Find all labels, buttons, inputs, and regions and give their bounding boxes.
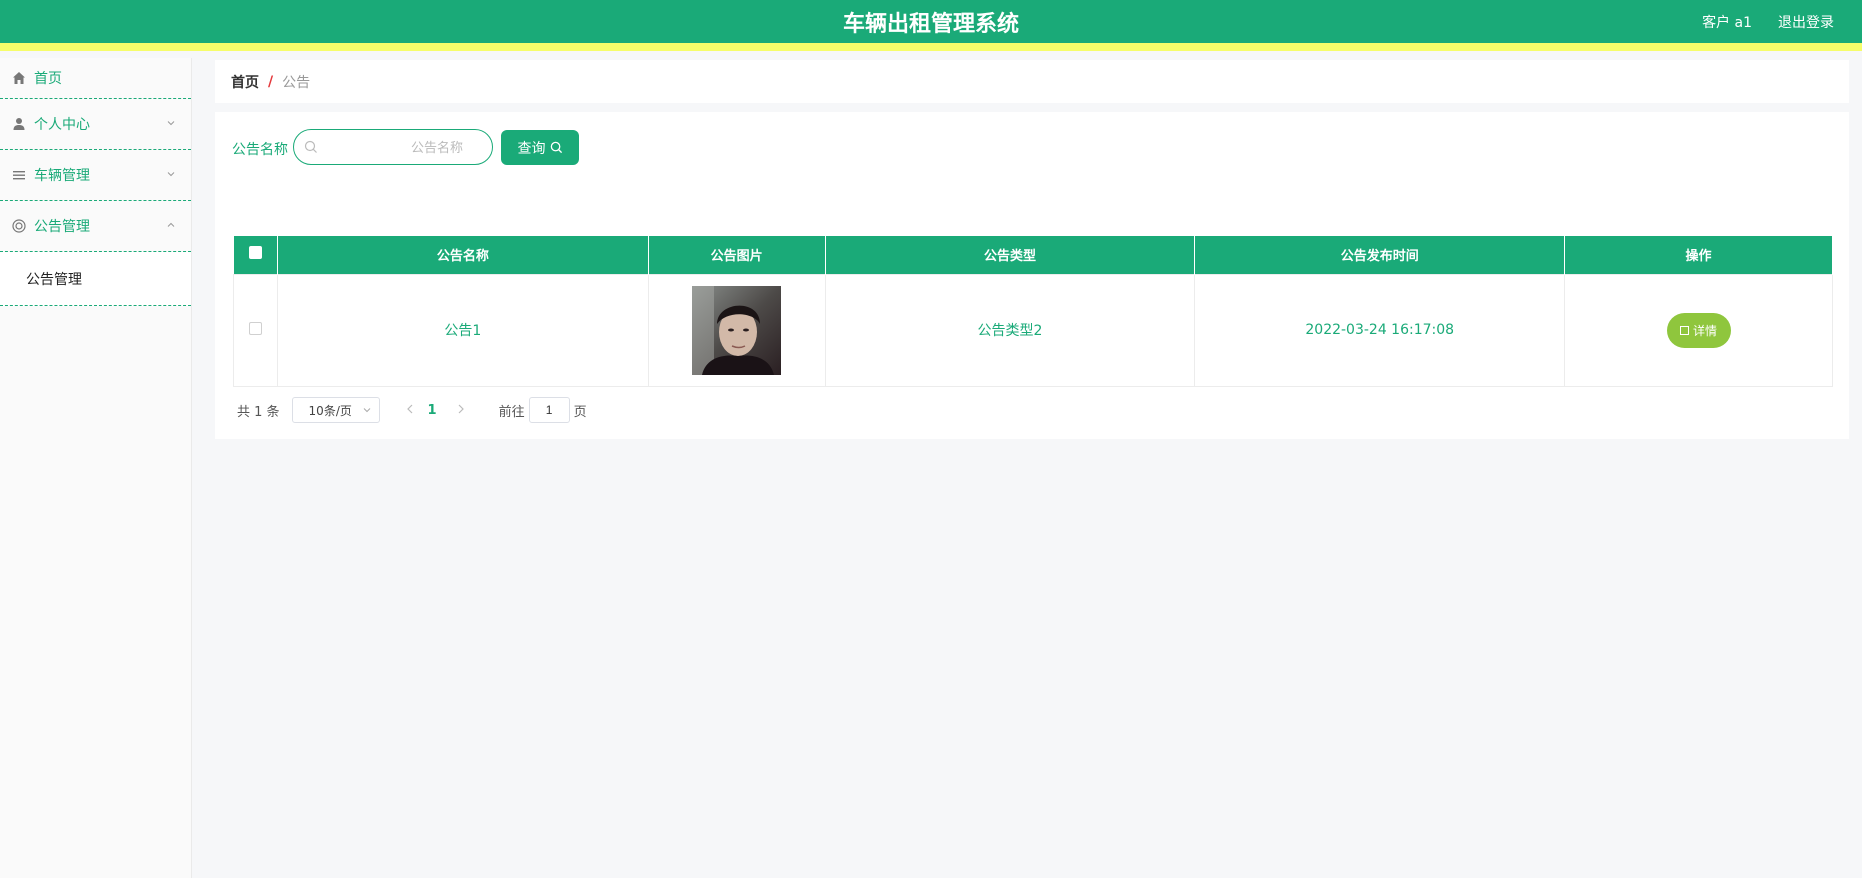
- document-icon: [1680, 325, 1690, 335]
- sidebar-item-label: 公告管理: [34, 219, 90, 235]
- chevron-down-icon: [363, 408, 370, 413]
- select-all-header[interactable]: [233, 236, 278, 274]
- header-actions: 操作: [1564, 236, 1833, 274]
- app-title: 车辆出租管理系统: [842, 12, 1019, 37]
- announcement-image[interactable]: [692, 285, 782, 375]
- sidebar-item-label: 首页: [34, 71, 62, 87]
- breadcrumb-current: 公告: [282, 74, 311, 91]
- search-label: 公告名称: [232, 142, 288, 158]
- breadcrumb-home[interactable]: 首页: [231, 72, 259, 92]
- next-page-button[interactable]: [457, 403, 465, 418]
- target-icon: [12, 219, 26, 233]
- row-select-cell: [233, 273, 278, 387]
- table-row: 公告1 公告类型2 2022-03-24 16:17:08 详情: [233, 273, 1833, 387]
- cell-image: [647, 273, 826, 387]
- content-panel: 公告名称 查询 公告名称 公告图片 公告类型 公告发布时间 操作: [215, 112, 1849, 439]
- chevron-up-icon: [167, 222, 175, 227]
- cell-type: 公告类型2: [824, 273, 1196, 387]
- cell-publish-time: 2022-03-24 16:17:08: [1194, 273, 1566, 387]
- sidebar: 首页 个人中心 车辆管理 公告管理 公告管理: [0, 58, 192, 878]
- page-size-select[interactable]: 10条/页: [291, 397, 380, 423]
- pagination: 共 1 条 10条/页 1 前往 页: [237, 397, 587, 423]
- pagination-total: 共 1 条: [237, 404, 280, 420]
- sidebar-subitem-announcement-management[interactable]: 公告管理: [0, 252, 191, 306]
- query-button-label: 查询: [517, 140, 546, 157]
- header-type: 公告类型: [825, 236, 1196, 274]
- chevron-down-icon: [167, 172, 175, 177]
- detail-button[interactable]: 详情: [1666, 312, 1731, 348]
- search-icon: [550, 141, 562, 154]
- detail-button-label: 详情: [1693, 323, 1718, 338]
- row-checkbox[interactable]: [248, 321, 262, 335]
- header-image: 公告图片: [648, 236, 826, 274]
- goto-page-input[interactable]: [528, 397, 570, 423]
- list-icon: [13, 171, 25, 180]
- sidebar-item-vehicles[interactable]: 车辆管理: [0, 150, 191, 201]
- logout-link[interactable]: 退出登录: [1778, 12, 1834, 32]
- sidebar-item-announcements[interactable]: 公告管理: [0, 201, 191, 252]
- user-label: 客户 a1: [1702, 15, 1752, 31]
- table-header-row: 公告名称 公告图片 公告类型 公告发布时间 操作: [233, 236, 1833, 274]
- header-accent-bar: [0, 43, 1862, 51]
- header-publish-time: 公告发布时间: [1194, 236, 1566, 274]
- query-button[interactable]: 查询: [501, 130, 579, 165]
- chevron-down-icon: [167, 121, 175, 126]
- user-icon: [13, 118, 25, 130]
- search-input[interactable]: [324, 134, 479, 160]
- sidebar-item-profile[interactable]: 个人中心: [0, 99, 191, 150]
- sidebar-item-label: 个人中心: [34, 117, 90, 133]
- header-name: 公告名称: [277, 236, 649, 274]
- select-all-checkbox[interactable]: [248, 246, 262, 260]
- breadcrumb: 首页 / 公告: [215, 60, 1849, 103]
- search-icon: [304, 140, 317, 153]
- top-header: 车辆出租管理系统 客户 a1 退出登录: [0, 0, 1862, 51]
- breadcrumb-separator: /: [268, 73, 274, 90]
- prev-page-button[interactable]: [406, 403, 414, 418]
- page-size-value: 10条/页: [308, 403, 352, 418]
- chevron-left-icon: [406, 404, 412, 413]
- goto-label: 前往: [498, 404, 525, 420]
- sidebar-item-label: 车辆管理: [34, 168, 90, 184]
- page-number[interactable]: 1: [428, 403, 437, 418]
- announcement-table: 公告名称 公告图片 公告类型 公告发布时间 操作 公告1 公告类型2 2022-…: [233, 236, 1833, 387]
- cell-name: 公告1: [276, 273, 649, 387]
- page-suffix: 页: [573, 404, 587, 420]
- search-box[interactable]: [293, 129, 493, 165]
- cell-actions: 详情: [1564, 273, 1833, 387]
- home-icon: [13, 72, 25, 84]
- chevron-right-icon: [458, 404, 464, 413]
- sidebar-item-home[interactable]: 首页: [0, 58, 191, 99]
